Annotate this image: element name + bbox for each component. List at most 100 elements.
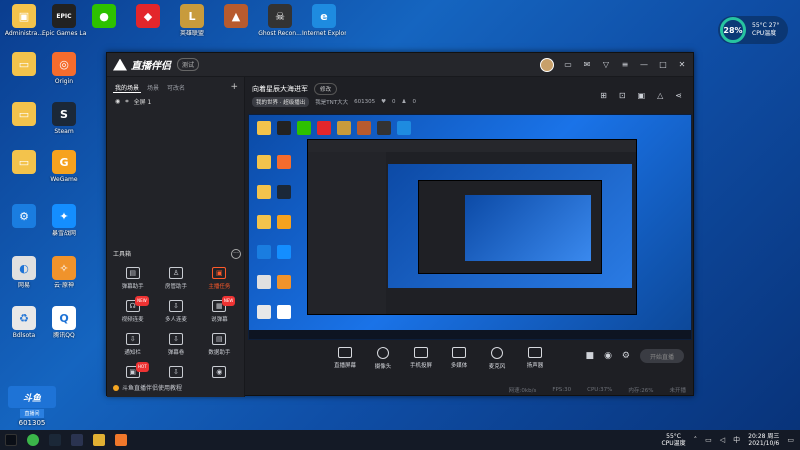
chevron-up-icon[interactable]: ˄ [694,436,698,444]
camera-record-icon[interactable]: ■ [586,351,595,361]
scene-item[interactable]: ◉ ⌗ 全屏 1 [107,93,244,110]
source-control[interactable]: 摄像头 [364,347,402,370]
eye-icon[interactable]: ◉ [115,98,120,105]
clock[interactable]: 20:28 周三 2021/10/6 [748,433,779,447]
desktop-icon[interactable]: ◆ [128,4,168,50]
desktop-icon[interactable]: ✧ 云·原神 [44,256,84,302]
watermark-sub: 直播间 [20,409,44,418]
taskbar-app-game[interactable] [88,430,110,450]
desktop-icon[interactable]: ▭ [4,102,44,148]
desktop-icon[interactable]: ● [84,4,124,50]
preview-taskbar [249,330,691,339]
tool-item[interactable]: ⇩ [154,366,197,381]
live-controls: ■ ◉ ⚙ 开始直播 [586,349,684,363]
taskbar-app-obs[interactable] [66,430,88,450]
tab-my-scenes[interactable]: 我的场景 [113,83,142,93]
preview-icon [257,155,271,169]
volume-icon[interactable]: ◁ [720,436,725,444]
nested-preview-2 [418,180,602,274]
lock-icon[interactable]: ⊡ [619,91,626,100]
source-control[interactable]: 直播屏幕 [326,347,364,369]
desktop-icon[interactable]: ☠ Ghost Recon... [258,4,302,50]
desktop-icon[interactable]: L 英雄联盟 [172,4,212,50]
desktop-icon-image: e [312,4,336,28]
category-chip[interactable]: 我的世界 · 超级播出 [252,97,310,107]
edit-button[interactable]: 修改 [314,83,338,95]
menu-icon[interactable]: ≡ [620,60,630,69]
desktop-icon[interactable]: ◎ Origin [44,52,84,98]
tool-item[interactable]: ◉ [198,366,241,381]
tool-glyph: ▤ [129,269,136,277]
start-button[interactable] [0,430,22,450]
add-scene-icon[interactable]: + [230,83,238,93]
desktop-icon[interactable]: ♻ Bdlsota [4,306,44,352]
taskbar-app-douyu[interactable] [110,430,132,450]
desktop-icon[interactable]: e Internet Explorer [302,4,346,50]
desktop-icon-image: ◐ [12,256,36,280]
source-control[interactable]: 扬声器 [516,347,554,369]
source-control[interactable]: 多媒体 [440,347,478,369]
message-icon[interactable]: ▭ [563,60,573,69]
source-control[interactable]: 麦克风 [478,347,516,370]
tab-scenes[interactable]: 场景 [145,83,161,93]
tool-label: 视频连麦 [121,317,144,323]
tool-glyph: ◉ [216,368,223,376]
more-icon[interactable]: ··· [231,249,241,259]
mail-icon[interactable]: ✉ [582,60,592,69]
share-icon[interactable]: ⋖ [675,91,682,100]
tool-item[interactable]: ⇩ 弹幕卷 [154,333,197,356]
tool-item[interactable]: ▦ NEW 说弹幕 [198,296,241,323]
source-control-label: 扬声器 [526,363,544,369]
desktop-icon[interactable]: ▲ [216,4,256,50]
desktop-icon-image: EPIC [52,4,76,28]
tool-item[interactable]: ▣ 主播任务 [198,267,241,290]
tab-rename[interactable]: 可改名 [165,83,187,93]
tool-item[interactable]: ▣ HOT [111,362,154,381]
nested-app-capture [307,139,637,315]
tutorial-tip[interactable]: 斗鱼直播伴侣使用教程 [113,383,182,392]
close-icon[interactable]: ✕ [677,60,687,69]
eye-preview-icon[interactable]: ◉ [604,351,612,361]
shirt-icon[interactable]: ▽ [601,60,611,69]
desktop-icon[interactable]: ◐ 网易 [4,256,44,302]
bell-icon[interactable]: △ [657,91,663,100]
tray-temp[interactable]: 55°C CPU温度 [661,433,685,447]
tool-item[interactable]: ⇩ 多人连麦 [154,300,197,323]
desktop-icon[interactable]: ▭ [4,150,44,196]
desktop-icon[interactable]: ⚙ [4,204,44,250]
source-control[interactable]: 手机投屏 [402,347,440,369]
tool-item[interactable]: ▤ 弹幕助手 [111,267,154,290]
gift-icon[interactable]: ⊞ [600,91,607,100]
notification-icon[interactable]: ▭ [787,436,794,444]
tool-icon: ▦ NEW [212,296,236,312]
desktop-icon[interactable]: ✦ 暴雪战网 [44,204,84,250]
desktop-icon[interactable]: S Steam [44,102,84,148]
brand-name: 直播伴侣 [131,61,171,72]
desktop-icon[interactable]: ▣ Administra... [4,4,44,50]
desktop-icon[interactable]: G WeGame [44,150,84,196]
layout-icon[interactable]: ▣ [638,91,646,100]
tool-icon: ⇩ [168,300,183,312]
tool-item[interactable]: ⇩ 通知栏 [111,333,154,356]
stream-preview[interactable] [248,114,692,340]
start-live-button[interactable]: 开始直播 [640,349,684,363]
desktop-icon-image: ⚙ [12,204,36,228]
settings-icon[interactable]: ⚙ [622,351,630,361]
minimize-icon[interactable]: — [639,60,649,69]
tool-label: 通知栏 [124,350,141,356]
cpu-widget[interactable]: 28% 55°C 27° CPU温度 [718,16,788,44]
tool-item[interactable]: ♙ 房管助手 [154,267,197,290]
desktop-icon[interactable]: Q 腾讯QQ [44,306,84,352]
tool-item[interactable]: ☊ NEW 视频连麦 [111,296,154,323]
tool-item[interactable]: ▤ 数据助手 [198,333,241,356]
taskbar-app-steam[interactable] [44,430,66,450]
desktop-icon[interactable]: EPIC Epic Games Launcher [42,4,86,50]
taskbar-app-360[interactable] [22,430,44,450]
network-icon[interactable]: ▭ [705,436,712,444]
desktop-icon-image: ◆ [136,4,160,28]
user-avatar[interactable] [540,57,554,72]
version-badge[interactable]: 测试 [177,58,200,71]
maximize-icon[interactable]: □ [658,60,668,69]
ime-icon[interactable]: 中 [733,435,740,445]
desktop-icon[interactable]: ▭ [4,52,44,98]
